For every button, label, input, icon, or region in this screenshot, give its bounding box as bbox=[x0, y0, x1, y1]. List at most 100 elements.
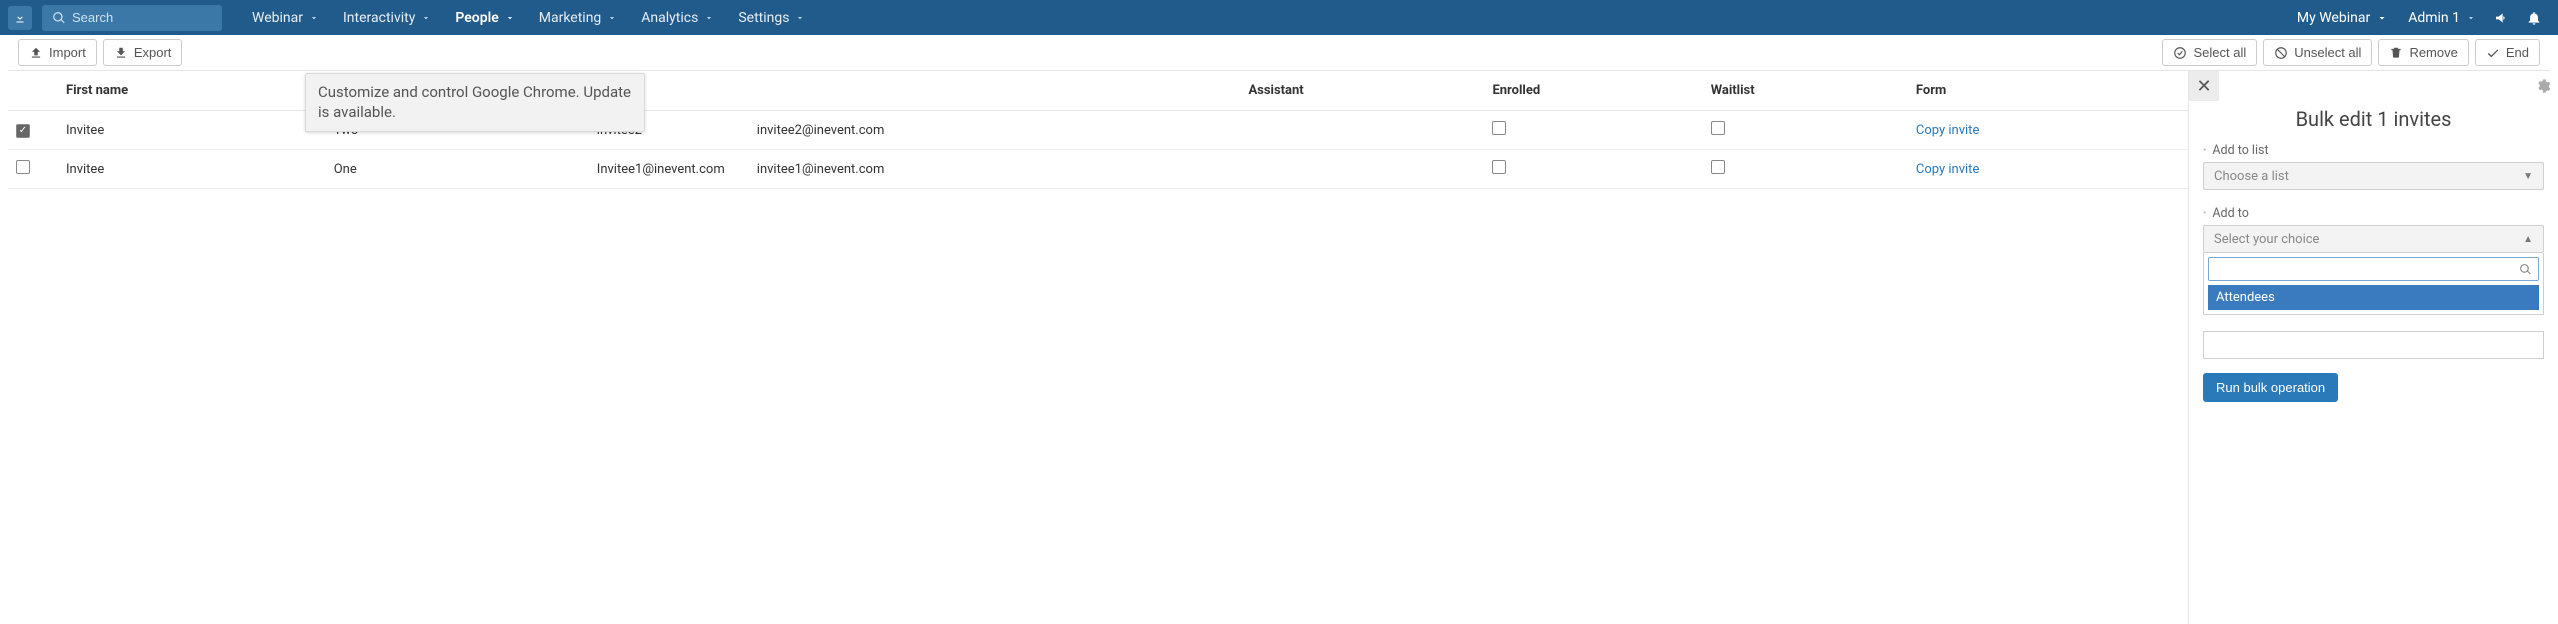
panel-head: ✕ bbox=[2189, 71, 2558, 101]
search-icon bbox=[2519, 263, 2532, 276]
webinar-switcher[interactable]: My Webinar bbox=[2287, 0, 2398, 35]
cell-email: invitee1@inevent.com bbox=[749, 150, 1241, 189]
trash-icon bbox=[2389, 46, 2403, 60]
nav-interactivity[interactable]: Interactivity bbox=[331, 0, 443, 35]
col-enrolled[interactable]: Enrolled bbox=[1484, 71, 1702, 111]
chevron-down-icon bbox=[795, 13, 805, 23]
nav-label: People bbox=[455, 10, 498, 26]
dropdown-search-input[interactable] bbox=[2215, 262, 2519, 277]
nav-label: Webinar bbox=[252, 10, 303, 26]
search-input[interactable] bbox=[72, 10, 212, 25]
table-row[interactable]: Invitee One Invitee1@inevent.com invitee… bbox=[8, 150, 2550, 189]
admin-name: Admin 1 bbox=[2408, 10, 2460, 26]
download-icon bbox=[114, 46, 128, 60]
nav-label: Interactivity bbox=[343, 10, 415, 26]
chevron-down-icon bbox=[704, 13, 714, 23]
col-assistant[interactable]: Assistant bbox=[1240, 71, 1484, 111]
nav-people[interactable]: People bbox=[443, 0, 526, 35]
check-circle-icon bbox=[2173, 46, 2187, 60]
admin-menu[interactable]: Admin 1 bbox=[2398, 0, 2486, 35]
add-to-select[interactable]: Select your choice ▲ bbox=[2203, 225, 2544, 253]
upload-icon bbox=[29, 46, 43, 60]
global-search[interactable] bbox=[42, 5, 222, 31]
copy-invite-link[interactable]: Copy invite bbox=[1916, 162, 1979, 177]
run-bulk-operation-button[interactable]: Run bulk operation bbox=[2203, 373, 2338, 402]
col-email[interactable]: Emailne bbox=[749, 71, 1241, 111]
waitlist-checkbox[interactable] bbox=[1711, 121, 1725, 135]
col-first-name[interactable]: First name bbox=[58, 71, 326, 111]
bulk-edit-panel: ✕ Bulk edit 1 invites Add to list Choose… bbox=[2188, 71, 2558, 624]
check-icon bbox=[2486, 46, 2500, 60]
enrolled-checkbox[interactable] bbox=[1492, 160, 1506, 174]
cell-last-name: One bbox=[326, 150, 589, 189]
button-label: Select all bbox=[2193, 45, 2246, 60]
row-checkbox[interactable] bbox=[16, 160, 30, 174]
cell-username: Invitee1@inevent.com bbox=[589, 150, 749, 189]
chevron-down-icon bbox=[505, 13, 515, 23]
chevron-down-icon bbox=[2466, 13, 2476, 23]
panel-title: Bulk edit 1 invites bbox=[2189, 107, 2558, 131]
select-placeholder: Choose a list bbox=[2214, 169, 2289, 184]
button-label: End bbox=[2506, 45, 2529, 60]
close-icon: ✕ bbox=[2196, 76, 2211, 97]
chevron-down-icon bbox=[2376, 12, 2388, 24]
button-label: Unselect all bbox=[2294, 45, 2361, 60]
remove-button[interactable]: Remove bbox=[2378, 39, 2468, 66]
triangle-up-icon: ▲ bbox=[2523, 234, 2533, 245]
chevron-down-icon bbox=[421, 13, 431, 23]
nav-label: Settings bbox=[738, 10, 789, 26]
copy-invite-link[interactable]: Copy invite bbox=[1916, 123, 1979, 138]
dropdown-search[interactable] bbox=[2208, 257, 2539, 281]
export-button[interactable]: Export bbox=[103, 39, 183, 66]
webinar-name: My Webinar bbox=[2297, 10, 2370, 26]
triangle-down-icon: ▼ bbox=[2523, 171, 2533, 182]
cell-first-name: Invitee bbox=[58, 150, 326, 189]
nav-marketing[interactable]: Marketing bbox=[527, 0, 630, 35]
button-label: Remove bbox=[2409, 45, 2457, 60]
nav-label: Marketing bbox=[539, 10, 602, 26]
nav-analytics[interactable]: Analytics bbox=[629, 0, 726, 35]
add-to-dropdown: Attendees bbox=[2203, 253, 2544, 315]
add-to-list-label: Add to list bbox=[2203, 143, 2544, 158]
top-navbar: Webinar Interactivity People Marketing A… bbox=[0, 0, 2558, 35]
cell-email: invitee2@inevent.com bbox=[749, 111, 1241, 150]
chrome-tooltip: Customize and control Google Chrome. Upd… bbox=[305, 73, 645, 132]
hidden-select-below[interactable] bbox=[2203, 331, 2544, 359]
waitlist-checkbox[interactable] bbox=[1711, 160, 1725, 174]
add-to-label: Add to bbox=[2203, 206, 2544, 221]
end-button[interactable]: End bbox=[2475, 39, 2540, 66]
cell-assistant bbox=[1240, 111, 1484, 150]
panel-settings-button[interactable] bbox=[2528, 71, 2558, 101]
dropdown-option-attendees[interactable]: Attendees bbox=[2208, 285, 2539, 310]
announce-icon[interactable] bbox=[2486, 10, 2518, 26]
enrolled-checkbox[interactable] bbox=[1492, 121, 1506, 135]
chevron-down-icon bbox=[309, 13, 319, 23]
col-form[interactable]: Form bbox=[1908, 71, 2180, 111]
panel-form: Add to list Choose a list ▼ Add to Selec… bbox=[2189, 143, 2558, 402]
ban-icon bbox=[2274, 46, 2288, 60]
chevron-down-icon bbox=[607, 13, 617, 23]
action-toolbar: Import Export Select all Unselect all Re… bbox=[8, 35, 2550, 71]
select-all-button[interactable]: Select all bbox=[2162, 39, 2257, 66]
import-button[interactable]: Import bbox=[18, 39, 97, 66]
cell-assistant bbox=[1240, 150, 1484, 189]
invites-table-wrap: Customize and control Google Chrome. Upd… bbox=[0, 71, 2558, 189]
nav-label: Analytics bbox=[641, 10, 698, 26]
add-to-list-select[interactable]: Choose a list ▼ bbox=[2203, 162, 2544, 190]
button-label: Export bbox=[134, 45, 172, 60]
select-placeholder: Select your choice bbox=[2214, 232, 2319, 247]
cell-first-name: Invitee bbox=[58, 111, 326, 150]
button-label: Import bbox=[49, 45, 86, 60]
col-waitlist[interactable]: Waitlist bbox=[1703, 71, 1908, 111]
nav-items: Webinar Interactivity People Marketing A… bbox=[240, 0, 817, 35]
bell-icon[interactable] bbox=[2518, 10, 2550, 26]
unselect-all-button[interactable]: Unselect all bbox=[2263, 39, 2372, 66]
nav-settings[interactable]: Settings bbox=[726, 0, 817, 35]
close-panel-button[interactable]: ✕ bbox=[2189, 71, 2219, 101]
row-checkbox[interactable]: ✓ bbox=[16, 124, 30, 138]
nav-webinar[interactable]: Webinar bbox=[240, 0, 331, 35]
col-checkbox bbox=[8, 71, 58, 111]
gear-icon bbox=[2535, 78, 2551, 94]
brand-logo[interactable] bbox=[8, 6, 32, 30]
search-icon bbox=[52, 11, 66, 25]
